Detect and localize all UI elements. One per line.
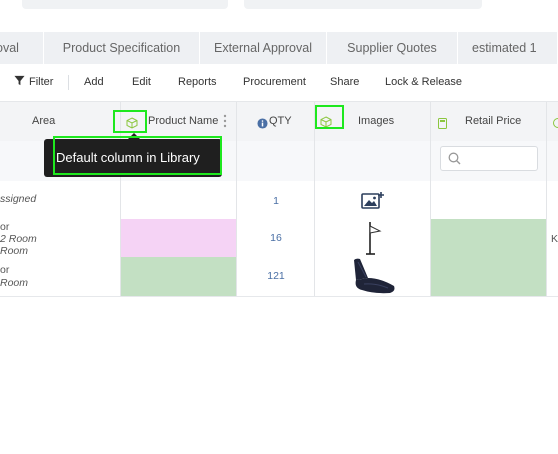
add-button[interactable]: Add [84,64,104,101]
table-row[interactable]: ssigned 1 [0,181,558,220]
column-header-images[interactable]: Images [358,102,394,141]
search-icon [448,152,461,170]
highlight-box [113,110,147,133]
floor-lamp-image[interactable] [361,220,385,261]
share-button[interactable]: Share [330,64,359,101]
column-divider [430,102,431,296]
product-name-cell[interactable] [121,219,237,257]
column-header-retail-price[interactable]: Retail Price [465,102,521,141]
area-cell-line: Room [0,245,29,257]
area-cell: ssigned [0,193,37,205]
image-add-icon[interactable] [361,191,385,214]
qty-cell[interactable]: 121 [237,270,315,282]
area-cell-line: or [0,221,10,233]
top-field[interactable] [244,0,482,9]
area-cell-line: or [0,264,10,276]
highlight-box [53,136,222,175]
cube-icon [552,116,558,134]
highlight-box [315,105,344,129]
filter-button[interactable]: Filter [14,64,53,101]
top-strip [0,0,558,24]
calculator-icon [438,116,447,134]
table-row[interactable]: or 2 Room Room 16 K [0,219,558,258]
next-column-cell: K [551,233,558,245]
column-divider [546,102,547,296]
qty-cell[interactable]: 1 [237,195,315,207]
top-field[interactable] [22,0,228,9]
tab-external-approval[interactable]: External Approval [200,32,327,64]
area-cell-line: Room [0,277,29,289]
retail-price-search-input[interactable] [440,146,538,171]
tab-bar: oval Product Specification External Appr… [0,32,558,64]
qty-cell[interactable]: 16 [237,232,315,244]
toolbar: Filter Add Edit Reports Procurement Shar… [0,64,558,102]
table-row[interactable]: or Room 121 [0,257,558,297]
tab-product-specification[interactable]: Product Specification [44,32,200,64]
funnel-icon [14,75,25,86]
lock-release-button[interactable]: Lock & Release [385,64,462,101]
toolbar-divider [68,75,69,90]
reports-button[interactable]: Reports [178,64,217,101]
filter-label: Filter [29,76,54,88]
tab-approval[interactable]: oval [0,32,44,64]
column-divider [314,102,315,296]
column-header-qty[interactable]: QTY [269,102,292,141]
retail-price-cell[interactable] [431,219,547,257]
column-divider [236,102,237,296]
tab-supplier-quotes[interactable]: Supplier Quotes [327,32,458,64]
kebab-icon[interactable] [223,114,227,133]
column-header-area[interactable]: Area [32,102,55,141]
retail-price-cell[interactable] [431,257,547,296]
tab-estimated[interactable]: estimated 1 [458,32,558,64]
info-icon [257,116,268,134]
procurement-button[interactable]: Procurement [243,64,306,101]
edit-button[interactable]: Edit [132,64,151,101]
product-name-cell[interactable] [121,257,237,296]
area-cell-line: 2 Room [0,233,37,245]
floor-chair-image[interactable] [350,258,398,301]
